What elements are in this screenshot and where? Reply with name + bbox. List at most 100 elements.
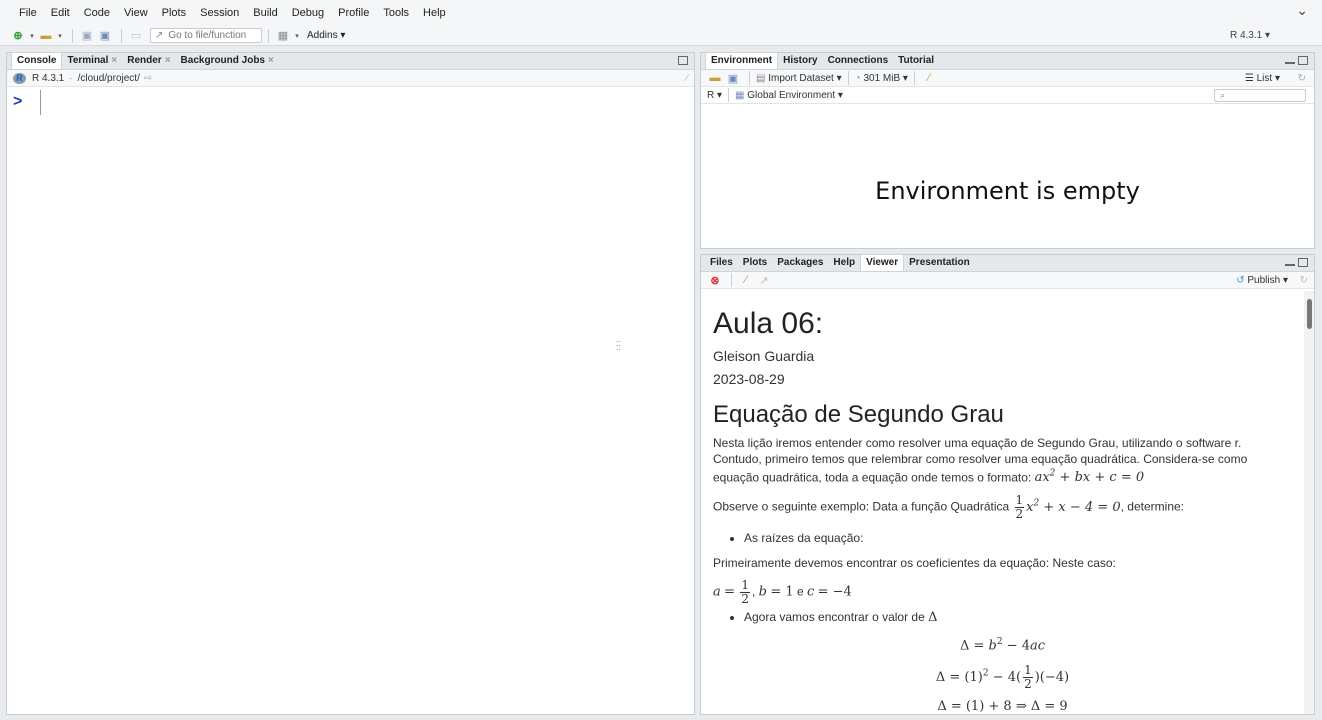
- maximize-pane-icon[interactable]: [1298, 258, 1308, 267]
- tab-help[interactable]: Help: [828, 255, 860, 271]
- tab-connections[interactable]: Connections: [823, 53, 894, 69]
- tab-presentation-label: Presentation: [909, 257, 970, 268]
- publish-button[interactable]: ↺ Publish ▾: [1236, 275, 1288, 286]
- tab-console[interactable]: Console: [11, 52, 63, 69]
- addins-button[interactable]: Addins ▾: [307, 30, 345, 41]
- tab-connections-label: Connections: [827, 55, 889, 66]
- r-version-menu[interactable]: R 4.3.1 ▾: [1230, 30, 1270, 41]
- language-label: R: [707, 89, 715, 101]
- menu-file[interactable]: File: [12, 7, 44, 19]
- viewer-pane: Files Plots Packages Help Viewer Present…: [700, 254, 1315, 715]
- maximize-pane-icon[interactable]: [1298, 56, 1308, 65]
- tab-viewer[interactable]: Viewer: [860, 254, 905, 271]
- restore-pane-icon[interactable]: [678, 56, 688, 65]
- console-r-version: R 4.3.1: [32, 72, 65, 84]
- broom-icon[interactable]: ∕: [738, 272, 754, 288]
- clear-console-icon[interactable]: ∕: [686, 73, 688, 84]
- menu-debug[interactable]: Debug: [285, 7, 331, 19]
- open-folder-icon[interactable]: ▬: [707, 70, 723, 86]
- minimize-pane-icon[interactable]: [1285, 61, 1295, 64]
- menu-code[interactable]: Code: [77, 7, 117, 19]
- section-heading: Equação de Segundo Grau: [713, 401, 1004, 428]
- menu-edit[interactable]: Edit: [44, 7, 77, 19]
- splitter-handle[interactable]: ::::: [616, 339, 621, 352]
- close-icon[interactable]: ×: [165, 55, 171, 66]
- environment-scope-bar: R ▾ ▦ Global Environment ▾ ⌕: [701, 87, 1314, 104]
- toolbar-divider: [728, 88, 730, 102]
- pane-controls: [1285, 56, 1308, 65]
- r-version-label: R 4.3.1: [1229, 30, 1263, 41]
- toolbar-divider: [731, 273, 732, 287]
- menu-build[interactable]: Build: [246, 7, 284, 19]
- coefficients-values: a = 12, b = 1 e c = −4: [713, 578, 852, 607]
- close-icon[interactable]: ×: [111, 55, 117, 66]
- publish-label: Publish: [1247, 274, 1281, 286]
- save-all-icon[interactable]: ▣: [97, 28, 113, 44]
- viewer-scrollbar-thumb[interactable]: [1307, 299, 1312, 329]
- refresh-icon[interactable]: ↻: [1300, 275, 1308, 286]
- delta-formula: Δ = b2 − 4ac: [959, 637, 1046, 654]
- export-icon[interactable]: ↗: [756, 272, 772, 288]
- tab-render-label: Render: [127, 55, 162, 66]
- tab-plots[interactable]: Plots: [738, 255, 772, 271]
- tab-environment[interactable]: Environment: [705, 52, 779, 69]
- main-toolbar: ⊕ ▾ ▬ ▾ ▣ ▣ ▭ ↗ Go to file/function ▦ ▾ …: [0, 26, 1322, 46]
- console-prompt: >: [13, 93, 23, 110]
- new-file-icon[interactable]: ⊕: [10, 28, 26, 44]
- open-folder-icon[interactable]: ▬: [38, 28, 54, 44]
- tab-render[interactable]: Render ×: [122, 53, 175, 69]
- tab-presentation[interactable]: Presentation: [904, 255, 975, 271]
- menu-help[interactable]: Help: [416, 7, 453, 19]
- broom-icon[interactable]: ∕: [921, 70, 937, 86]
- save-icon[interactable]: ▣: [79, 28, 95, 44]
- tab-tutorial[interactable]: Tutorial: [893, 53, 939, 69]
- toolbar-divider: [749, 71, 750, 85]
- print-icon[interactable]: ▭: [128, 28, 144, 44]
- console-subbar: R R 4.3.1 · /cloud/project/ ⇨ ∕: [7, 70, 694, 87]
- dropdown-icon[interactable]: ▾: [56, 28, 64, 44]
- viewer-toolbar: ⊗ ∕ ↗ ↺ Publish ▾ ↻: [701, 272, 1314, 289]
- list-view-button[interactable]: ☰ List ▾: [1245, 73, 1280, 84]
- example-equation: x2 + x − 4 = 0: [1026, 498, 1121, 515]
- bullet-list: As raízes da equação:: [744, 531, 1292, 546]
- console-body[interactable]: >: [7, 87, 694, 707]
- tab-history[interactable]: History: [778, 53, 822, 69]
- stop-icon[interactable]: ⊗: [707, 272, 723, 288]
- menu-plots[interactable]: Plots: [155, 7, 193, 19]
- save-icon[interactable]: ▣: [725, 70, 741, 86]
- intro-paragraph: Nesta lição iremos entender como resolve…: [713, 436, 1292, 486]
- tab-background-jobs[interactable]: Background Jobs ×: [176, 53, 279, 69]
- environment-tabbar: Environment History Connections Tutorial: [701, 52, 1314, 70]
- intro-text: Nesta lição iremos entender como resolve…: [713, 436, 1248, 485]
- tab-files-label: Files: [710, 257, 733, 268]
- goto-file-input[interactable]: ↗ Go to file/function: [150, 28, 262, 43]
- viewer-scrollbar[interactable]: [1304, 291, 1314, 714]
- import-dataset-button[interactable]: ▤ Import Dataset ▾: [756, 73, 842, 84]
- tab-console-label: Console: [17, 55, 57, 66]
- dropdown-icon[interactable]: ▾: [293, 28, 301, 44]
- scope-select[interactable]: ▦ Global Environment ▾: [735, 90, 843, 101]
- menu-view[interactable]: View: [117, 7, 155, 19]
- refresh-icon[interactable]: ↻: [1298, 73, 1306, 84]
- minimize-pane-icon[interactable]: [1285, 263, 1295, 266]
- goto-dir-icon[interactable]: ⇨: [144, 73, 152, 84]
- tab-files[interactable]: Files: [705, 255, 738, 271]
- list-icon: ☰: [1244, 72, 1254, 84]
- grid-layout-icon[interactable]: ▦: [275, 28, 291, 44]
- environment-toolbar: ▬ ▣ ▤ Import Dataset ▾ ◔ 301 MiB ▾ ∕ ☰ L…: [701, 70, 1314, 87]
- text-caret: [40, 90, 41, 115]
- memory-usage-button[interactable]: ◔ 301 MiB ▾: [855, 73, 908, 84]
- close-icon[interactable]: ×: [268, 55, 274, 66]
- menu-profile[interactable]: Profile: [331, 7, 376, 19]
- tab-terminal[interactable]: Terminal ×: [62, 53, 122, 69]
- pane-controls: [678, 56, 688, 65]
- dropdown-icon[interactable]: ▾: [28, 28, 36, 44]
- environment-search-input[interactable]: ⌕: [1214, 89, 1306, 102]
- language-select[interactable]: R ▾: [707, 90, 722, 101]
- menu-tools[interactable]: Tools: [376, 7, 416, 19]
- menu-session[interactable]: Session: [193, 7, 246, 19]
- tab-help-label: Help: [833, 257, 856, 268]
- chevron-down-icon[interactable]: ⌄: [1296, 2, 1308, 19]
- tab-packages[interactable]: Packages: [772, 255, 828, 271]
- list-view-label: List: [1256, 72, 1273, 84]
